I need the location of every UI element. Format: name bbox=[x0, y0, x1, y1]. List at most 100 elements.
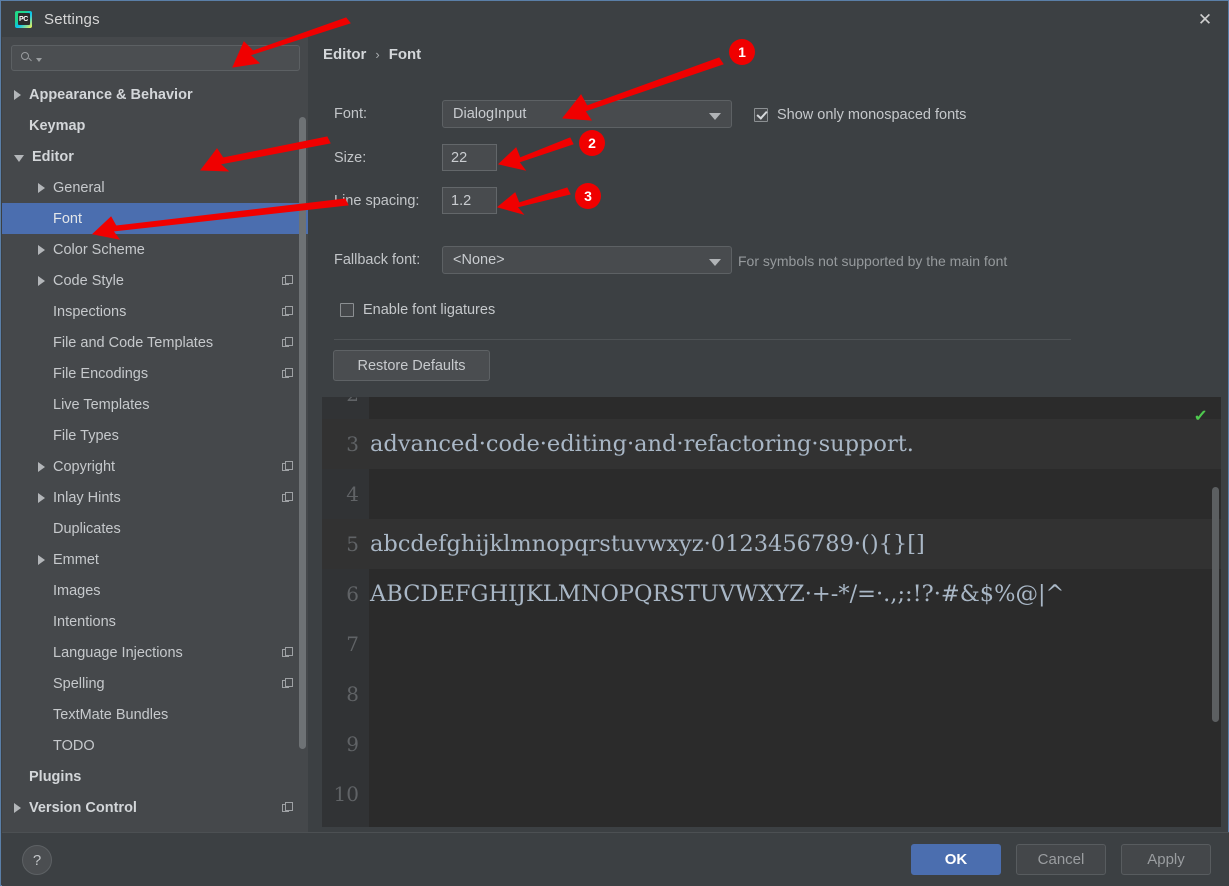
copy-settings-icon[interactable] bbox=[282, 306, 294, 318]
sidebar-item-spelling[interactable]: Spelling bbox=[2, 668, 308, 699]
line-number: 9 bbox=[322, 732, 359, 756]
copy-settings-icon[interactable] bbox=[282, 647, 294, 659]
sidebar-item-inspections[interactable]: Inspections bbox=[2, 296, 308, 327]
sidebar-item-label: Spelling bbox=[53, 676, 105, 692]
section-divider bbox=[334, 339, 1071, 340]
fallback-font-value: <None> bbox=[453, 252, 505, 268]
preview-line: 2 bbox=[322, 397, 1221, 419]
chevron-right-icon[interactable] bbox=[38, 183, 45, 193]
help-button[interactable]: ? bbox=[22, 845, 52, 875]
breadcrumb-leaf: Font bbox=[389, 46, 421, 63]
settings-sidebar: Appearance & Behavior Keymap EditorGeneral… bbox=[2, 37, 308, 832]
sidebar-item-file-encodings[interactable]: File Encodings bbox=[2, 358, 308, 389]
sidebar-item-keymap[interactable]: Keymap bbox=[2, 110, 308, 141]
sidebar-item-label: Inlay Hints bbox=[53, 490, 121, 506]
font-size-input[interactable]: 22 bbox=[442, 144, 497, 171]
inspection-ok-icon[interactable]: ✓ bbox=[1193, 406, 1208, 426]
settings-tree: Appearance & Behavior Keymap EditorGeneral… bbox=[2, 79, 308, 823]
copy-settings-icon[interactable] bbox=[282, 461, 294, 473]
chevron-down-icon bbox=[709, 259, 721, 266]
sidebar-item-label: File Encodings bbox=[53, 366, 148, 382]
chevron-right-icon[interactable] bbox=[14, 803, 21, 813]
line-number: 10 bbox=[322, 782, 359, 806]
search-input[interactable] bbox=[11, 45, 300, 71]
sidebar-item-emmet[interactable]: Emmet bbox=[2, 544, 308, 575]
sidebar-item-code-style[interactable]: Code Style bbox=[2, 265, 308, 296]
chevron-right-icon[interactable] bbox=[38, 276, 45, 286]
sidebar-item-file-types[interactable]: File Types bbox=[2, 420, 308, 451]
ligatures-checkbox-row[interactable]: Enable font ligatures bbox=[340, 302, 495, 318]
line-text: advanced·code·editing·and·refactoring·su… bbox=[370, 431, 914, 457]
size-label: Size: bbox=[334, 150, 442, 166]
sidebar-scrollbar[interactable] bbox=[299, 117, 306, 749]
copy-settings-icon[interactable] bbox=[282, 337, 294, 349]
cancel-button[interactable]: Cancel bbox=[1016, 844, 1106, 875]
sidebar-item-plugins[interactable]: Plugins bbox=[2, 761, 308, 792]
sidebar-item-font[interactable]: Font bbox=[2, 203, 308, 234]
chevron-down-icon[interactable] bbox=[14, 155, 24, 162]
sidebar-item-editor[interactable]: Editor bbox=[2, 141, 308, 172]
apply-button[interactable]: Apply bbox=[1121, 844, 1211, 875]
font-label: Font: bbox=[334, 106, 442, 122]
fallback-font-row: Fallback font: <None> bbox=[334, 246, 732, 274]
sidebar-item-label: Inspections bbox=[53, 304, 126, 320]
sidebar-item-label: Duplicates bbox=[53, 521, 121, 537]
sidebar-item-live-templates[interactable]: Live Templates bbox=[2, 389, 308, 420]
chevron-right-icon[interactable] bbox=[38, 493, 45, 503]
sidebar-item-general[interactable]: General bbox=[2, 172, 308, 203]
font-row: Font: DialogInput bbox=[334, 100, 732, 128]
font-family-select[interactable]: DialogInput bbox=[442, 100, 732, 128]
monospaced-checkbox-row[interactable]: Show only monospaced fonts bbox=[754, 107, 966, 123]
sidebar-item-label: TODO bbox=[53, 738, 95, 754]
font-preview-editor[interactable]: 23advanced·code·editing·and·refactoring·… bbox=[322, 397, 1221, 827]
ligatures-checkbox-label: Enable font ligatures bbox=[363, 302, 495, 318]
sidebar-item-label: Code Style bbox=[53, 273, 124, 289]
ok-button[interactable]: OK bbox=[911, 844, 1001, 875]
restore-defaults-button[interactable]: Restore Defaults bbox=[333, 350, 490, 381]
sidebar-item-appearance-behavior[interactable]: Appearance & Behavior bbox=[2, 79, 308, 110]
window-title: Settings bbox=[44, 11, 100, 28]
sidebar-item-label: Keymap bbox=[29, 118, 85, 134]
empty-checkbox-icon[interactable] bbox=[340, 303, 354, 317]
line-spacing-input[interactable]: 1.2 bbox=[442, 187, 497, 214]
search-icon bbox=[21, 51, 35, 65]
close-icon[interactable]: ✕ bbox=[1182, 1, 1228, 37]
sidebar-item-copyright[interactable]: Copyright bbox=[2, 451, 308, 482]
sidebar-item-images[interactable]: Images bbox=[2, 575, 308, 606]
annotation-badge-3: 3 bbox=[575, 183, 601, 209]
sidebar-item-color-scheme[interactable]: Color Scheme bbox=[2, 234, 308, 265]
sidebar-item-todo[interactable]: TODO bbox=[2, 730, 308, 761]
chevron-right-icon[interactable] bbox=[38, 245, 45, 255]
search-wrapper bbox=[2, 37, 308, 77]
line-spacing-label: Line spacing: bbox=[334, 193, 442, 209]
copy-settings-icon[interactable] bbox=[282, 492, 294, 504]
chevron-right-icon[interactable] bbox=[14, 90, 21, 100]
sidebar-item-label: Intentions bbox=[53, 614, 116, 630]
copy-settings-icon[interactable] bbox=[282, 678, 294, 690]
sidebar-item-intentions[interactable]: Intentions bbox=[2, 606, 308, 637]
line-number: 4 bbox=[322, 482, 359, 506]
breadcrumb: Editor › Font bbox=[323, 46, 421, 63]
sidebar-item-file-and-code-templates[interactable]: File and Code Templates bbox=[2, 327, 308, 358]
sidebar-item-textmate-bundles[interactable]: TextMate Bundles bbox=[2, 699, 308, 730]
sidebar-item-duplicates[interactable]: Duplicates bbox=[2, 513, 308, 544]
sidebar-item-language-injections[interactable]: Language Injections bbox=[2, 637, 308, 668]
sidebar-item-version-control[interactable]: Version Control bbox=[2, 792, 308, 823]
sidebar-item-label: File and Code Templates bbox=[53, 335, 213, 351]
preview-line: 7 bbox=[322, 619, 1221, 669]
preview-line: 5abcdefghijklmnopqrstuvwxyz·0123456789·(… bbox=[322, 519, 1221, 569]
copy-settings-icon[interactable] bbox=[282, 368, 294, 380]
sidebar-item-label: Copyright bbox=[53, 459, 115, 475]
copy-settings-icon[interactable] bbox=[282, 275, 294, 287]
copy-settings-icon[interactable] bbox=[282, 802, 294, 814]
breadcrumb-root[interactable]: Editor bbox=[323, 46, 366, 63]
line-number: 8 bbox=[322, 682, 359, 706]
sidebar-item-inlay-hints[interactable]: Inlay Hints bbox=[2, 482, 308, 513]
chevron-right-icon[interactable] bbox=[38, 462, 45, 472]
checkmark-icon[interactable] bbox=[754, 108, 768, 122]
chevron-right-icon[interactable] bbox=[38, 555, 45, 565]
preview-scrollbar[interactable] bbox=[1212, 487, 1219, 722]
pycharm-logo-icon: PC bbox=[15, 11, 32, 28]
fallback-font-select[interactable]: <None> bbox=[442, 246, 732, 274]
sidebar-item-label: Appearance & Behavior bbox=[29, 87, 193, 103]
